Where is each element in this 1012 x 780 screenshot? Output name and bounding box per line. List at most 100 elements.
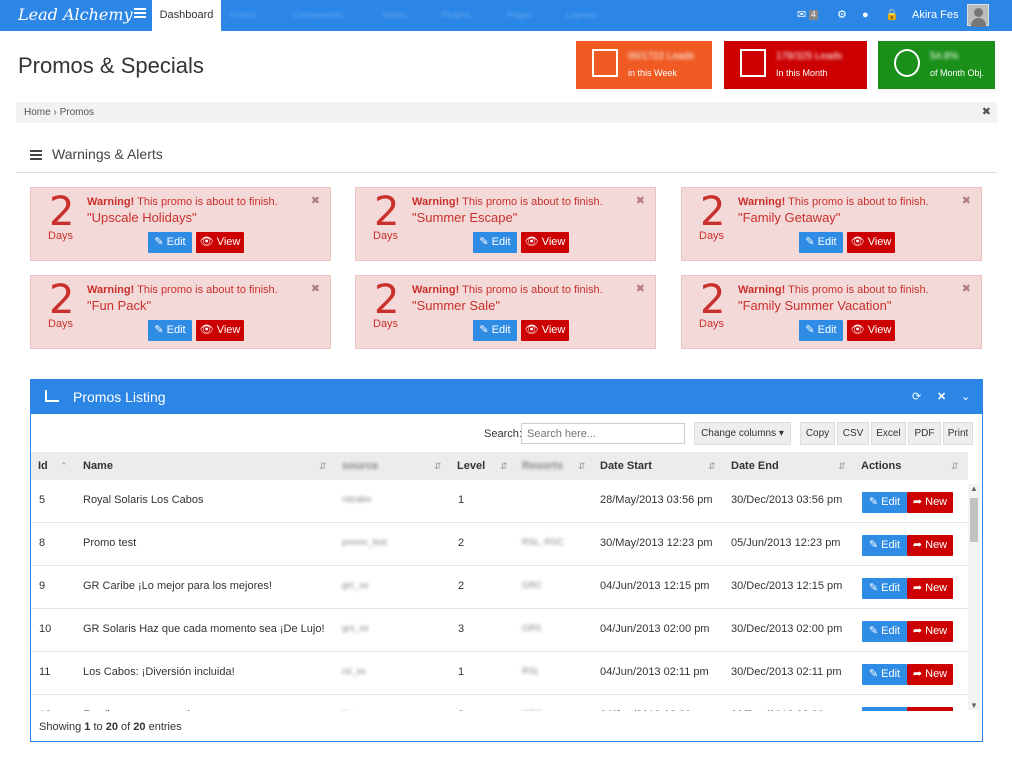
sort-icon[interactable]: ⇵ (500, 452, 508, 480)
close-icon[interactable]: ✖ (636, 282, 645, 295)
days-count: 2 (374, 277, 400, 323)
table-row[interactable]: 12 Family summer vacation fsv 2 GRC 04/Jun/20… (31, 695, 968, 711)
cell-id: 9 (39, 580, 46, 592)
app-logo[interactable]: Lead Alchemy (18, 5, 133, 24)
nav-item-plugins[interactable]: Plugins (441, 10, 501, 20)
col-source[interactable]: source (342, 452, 378, 480)
col-actions[interactable]: Actions (861, 452, 901, 480)
col-date-start[interactable]: Date Start (600, 452, 652, 480)
avatar[interactable] (967, 4, 989, 27)
print-button[interactable]: Print (943, 422, 973, 445)
nav-item-forms[interactable]: Forms (230, 10, 290, 20)
row-edit-button[interactable]: ✎ Edit (862, 535, 907, 556)
table-row[interactable]: 10 GR Solaris Haz que cada momento sea ¡D… (31, 609, 968, 652)
menu-toggle-icon[interactable] (134, 8, 146, 18)
row-edit-button[interactable]: ✎ Edit (862, 664, 907, 685)
view-button[interactable]: 👁 View (521, 320, 569, 341)
user-name[interactable]: Akira Fes (912, 0, 958, 31)
row-edit-label: Edit (881, 582, 901, 594)
nav-item-layouts[interactable]: Layouts (566, 10, 626, 20)
close-icon[interactable]: ✖ (311, 282, 320, 295)
table-info: Showing 1 to 20 of 20 entries (39, 721, 182, 733)
edit-button[interactable]: ✎ Edit (148, 232, 192, 253)
edit-button[interactable]: ✎ Edit (799, 320, 843, 341)
sort-icon[interactable]: ⇵ (708, 452, 716, 480)
cell-name: Promo test (83, 537, 137, 549)
row-edit-button[interactable]: ✎ Edit (862, 621, 907, 642)
drop-icon[interactable]: ● (862, 0, 869, 31)
edit-button[interactable]: ✎ Edit (799, 232, 843, 253)
excel-button[interactable]: Excel (871, 422, 906, 445)
chevron-down-icon[interactable]: ⌄ (961, 390, 970, 403)
scroll-up-icon[interactable]: ▲ (970, 484, 978, 493)
edit-button[interactable]: ✎ Edit (473, 232, 517, 253)
scroll-down-icon[interactable]: ▼ (970, 701, 978, 710)
edit-button[interactable]: ✎ Edit (473, 320, 517, 341)
close-icon[interactable]: ✖ (962, 194, 971, 207)
row-new-button[interactable]: ➦ New (907, 621, 953, 642)
row-new-button[interactable]: ➦ New (907, 664, 953, 685)
nav-item-components[interactable]: Components (292, 10, 352, 20)
close-icon[interactable]: ✖ (636, 194, 645, 207)
promo-name: "Upscale Holidays" (87, 210, 197, 225)
gear-icon[interactable]: ⚙ (837, 0, 847, 31)
view-button[interactable]: 👁 View (196, 320, 244, 341)
row-new-button[interactable]: ➦ New (907, 707, 953, 711)
lock-icon[interactable]: 🔒 (885, 0, 899, 31)
row-edit-button[interactable]: ✎ Edit (862, 492, 907, 513)
table-row[interactable]: 9 GR Caribe ¡Lo mejor para los mejores! gr… (31, 566, 968, 609)
nav-item-pages[interactable]: Pages (507, 10, 567, 20)
table-row[interactable]: 8 Promo test promo_test 2 RSL, RSC 30/May/201… (31, 523, 968, 566)
close-icon[interactable]: ✖ (962, 282, 971, 295)
col-id[interactable]: Id (38, 452, 48, 480)
cell-level: 1 (458, 666, 465, 678)
edit-label: Edit (166, 236, 186, 248)
view-button[interactable]: 👁 View (847, 320, 895, 341)
col-resorts[interactable]: Resorts (522, 452, 563, 480)
table-row[interactable]: 5 Royal Solaris Los Cabos rslcabo 1 28/May/2… (31, 480, 968, 523)
nav-dashboard[interactable]: Dashboard (152, 0, 221, 31)
refresh-icon[interactable]: ⟳ (912, 390, 921, 403)
row-new-button[interactable]: ➦ New (907, 535, 953, 556)
edit-button[interactable]: ✎ Edit (148, 320, 192, 341)
row-edit-button[interactable]: ✎ Edit (862, 707, 907, 711)
info-to: 20 (105, 721, 118, 733)
sort-icon[interactable]: ⌃ (60, 452, 68, 480)
mail-icon[interactable]: ✉ 4 (797, 0, 818, 31)
row-new-button[interactable]: ➦ New (907, 492, 953, 513)
close-icon[interactable]: ✕ (937, 390, 946, 403)
cell-date-end: 30/Dec/2013 02:00 pm (731, 623, 843, 635)
sort-icon[interactable]: ⇵ (951, 452, 959, 480)
cell-id: 5 (39, 494, 46, 506)
sort-icon[interactable]: ⇵ (838, 452, 846, 480)
pdf-button[interactable]: PDF (908, 422, 941, 445)
close-icon[interactable]: ✖ (982, 102, 991, 123)
scroll-thumb[interactable] (970, 498, 978, 542)
col-level[interactable]: Level (457, 452, 485, 480)
copy-button[interactable]: Copy (800, 422, 835, 445)
view-button[interactable]: 👁 View (521, 232, 569, 253)
row-edit-button[interactable]: ✎ Edit (862, 578, 907, 599)
search-input[interactable] (521, 423, 685, 444)
row-edit-label: Edit (881, 668, 901, 680)
change-columns-button[interactable]: Change columns ▾ (694, 422, 791, 445)
view-button[interactable]: 👁 View (196, 232, 244, 253)
col-name[interactable]: Name (83, 452, 113, 480)
col-date-end[interactable]: Date End (731, 452, 779, 480)
sort-icon[interactable]: ⇵ (319, 452, 327, 480)
list-icon (30, 150, 42, 161)
scrollbar[interactable]: ▲ ▼ (968, 484, 980, 710)
breadcrumb-home[interactable]: Home (24, 107, 51, 118)
csv-button[interactable]: CSV (837, 422, 869, 445)
stat-value: 54.8% (930, 51, 959, 62)
nav-item-tables[interactable]: Tables (381, 10, 441, 20)
row-new-button[interactable]: ➦ New (907, 578, 953, 599)
view-button[interactable]: 👁 View (847, 232, 895, 253)
sort-icon[interactable]: ⇵ (434, 452, 442, 480)
table-row[interactable]: 11 Los Cabos: ¡Diversión incluida! rsl_ss 1… (31, 652, 968, 695)
close-icon[interactable]: ✖ (311, 194, 320, 207)
promo-name: "Summer Sale" (412, 298, 500, 313)
sort-icon[interactable]: ⇵ (578, 452, 586, 480)
days-count: 2 (700, 277, 726, 323)
cell-id: 11 (39, 666, 51, 678)
